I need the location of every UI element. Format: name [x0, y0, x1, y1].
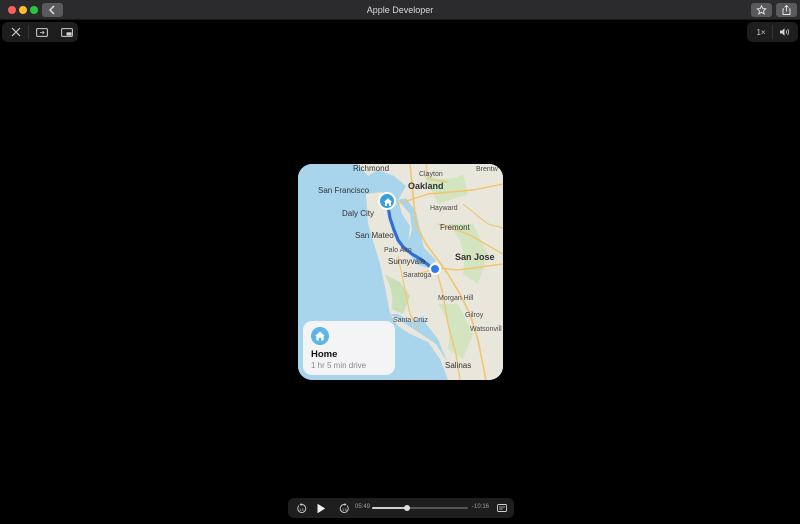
city-label: San Jose [455, 252, 495, 262]
city-label: San Mateo [355, 231, 394, 240]
city-label: Santa Cruz [393, 317, 429, 324]
skip-back-button[interactable]: 15 [293, 498, 309, 518]
city-label: Sunnyvale [388, 257, 426, 266]
playback-speed-button[interactable]: 1× [751, 22, 771, 42]
captions-button[interactable] [494, 498, 510, 518]
skip-back-15-icon: 15 [296, 502, 306, 513]
playback-bar: 15 15 05:49 -10:16 [288, 498, 514, 518]
window-title: Apple Developer [366, 5, 434, 15]
play-icon [317, 503, 326, 513]
fullscreen-button[interactable] [31, 22, 53, 42]
share-icon [782, 5, 791, 15]
city-label: Morgan Hill [438, 295, 474, 302]
map-view: Richmond Brentw Clayton Oakland San Fran… [298, 164, 503, 380]
picture-in-picture-icon [61, 27, 73, 37]
house-icon [315, 331, 325, 341]
city-label: Richmond [353, 164, 390, 173]
city-label: Oakland [408, 181, 444, 191]
destination-title: Home [311, 349, 338, 360]
city-label: Hayward [430, 205, 458, 212]
progress-fill [372, 507, 407, 509]
elapsed-time: 05:49 [355, 504, 371, 510]
speaker-icon [780, 28, 789, 36]
scrubber-knob[interactable] [403, 505, 410, 511]
close-video-button[interactable] [6, 22, 26, 42]
city-label: Saratoga [403, 272, 432, 279]
progress-scrubber[interactable] [372, 505, 468, 511]
city-label: Gilroy [465, 312, 484, 319]
play-button[interactable] [314, 498, 328, 518]
drive-time: 1 hr 5 min drive [311, 361, 367, 370]
house-icon [384, 198, 392, 206]
skip-forward-15-icon: 15 [339, 502, 349, 513]
picture-in-picture-button[interactable] [56, 22, 78, 42]
bookmark-button[interactable] [751, 3, 772, 17]
captions-icon [497, 504, 507, 512]
svg-text:15: 15 [342, 507, 347, 511]
title-bar: Apple Developer [0, 0, 800, 20]
city-label: Fremont [440, 223, 470, 232]
star-icon [756, 5, 767, 15]
destination-card[interactable]: Home 1 hr 5 min drive [303, 321, 395, 375]
home-badge [311, 327, 329, 345]
city-label: Salinas [445, 361, 472, 370]
playback-options: 1× [747, 22, 798, 42]
city-label: Clayton [419, 171, 443, 178]
close-icon [11, 27, 21, 37]
current-location-dot [429, 263, 441, 275]
city-label: Brentw [476, 166, 498, 173]
remaining-time: -10:16 [472, 504, 490, 510]
city-label: Daly City [342, 209, 375, 218]
share-button[interactable] [776, 3, 797, 17]
skip-forward-button[interactable]: 15 [336, 498, 352, 518]
fullscreen-icon [36, 27, 48, 37]
city-label: Watsonvill [470, 326, 502, 333]
city-label: Palo Alto [384, 247, 412, 254]
volume-button[interactable] [775, 22, 795, 42]
video-window-controls [2, 22, 78, 42]
svg-text:15: 15 [299, 507, 304, 511]
home-pin[interactable] [378, 192, 396, 210]
city-label: San Francisco [318, 186, 370, 195]
